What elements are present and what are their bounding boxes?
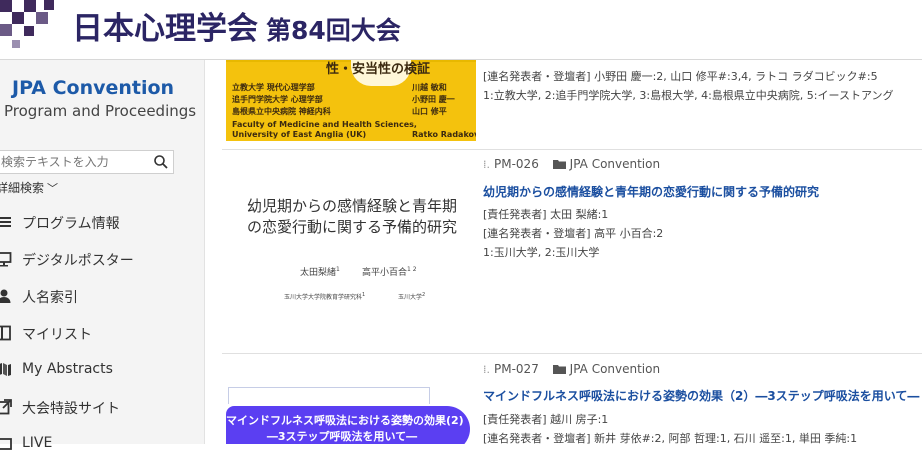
search-box	[0, 150, 174, 174]
co-authors: [連名発表者・登壇者] 小野田 慶一:2, 山口 修平#:3,4, ラトコ ラダ…	[483, 70, 878, 83]
sidebar-item-label: 大会特設サイト	[22, 401, 120, 417]
poster-affiliation: 立教大学 現代心理学部 追手門学院大学 心理学部 島根県立中央病院 神経内科	[232, 83, 331, 116]
conference-title[interactable]: 日本心理学会 第84回大会	[72, 9, 401, 49]
convention-number: 第84回大会	[266, 16, 401, 45]
thumbnail-author-1: 太田梨緒1	[300, 266, 340, 278]
poster-footer: Faculty of Medicine and Health Sciences,…	[232, 120, 417, 139]
sidebar-item-label: LIVE	[22, 435, 53, 451]
category-label[interactable]: JPA Convention	[570, 362, 660, 376]
poster-footer-author: Ratko Radakovic	[412, 130, 476, 139]
search-input[interactable]	[0, 151, 151, 173]
sidebar-item-live[interactable]: LIVE	[0, 426, 204, 462]
sidebar: JPA Convention Program and Proceedings 詳…	[0, 60, 205, 451]
sidebar-item-label: マイリスト	[22, 327, 92, 343]
external-link-icon	[0, 399, 12, 415]
thumbnail-author-2: 高平小百合1 2	[362, 266, 417, 278]
sidebar-item-digital-poster[interactable]: デジタルポスター	[0, 241, 204, 277]
poster-authors: 川越 敏和 小野田 慶一 山口 修平	[412, 83, 455, 116]
presenter: [責任発表者] 太田 梨緒:1	[483, 208, 609, 221]
affiliations: 1:玉川大学, 2:玉川大学	[483, 246, 600, 259]
sidebar-item-label: プログラム情報	[22, 216, 120, 232]
presenter: [責任発表者] 越川 房子:1	[483, 413, 609, 426]
entry-meta: ⁞. PM-026 JPA Convention	[483, 157, 660, 171]
sidebar-item-special-site[interactable]: 大会特設サイト	[0, 389, 204, 425]
bookmark-icon	[0, 325, 12, 341]
poster-thumbnail[interactable]: 幼児期からの感情経験と青年期 の恋愛行動に関する予備的研究 太田梨緒1 高平小百…	[226, 160, 478, 350]
presentation-code: PM-027	[494, 362, 539, 376]
society-name: 日本心理学会	[72, 11, 258, 47]
thumbnail-affil-1: 玉川大学大学院教育学研究科1	[284, 292, 366, 301]
chevron-down-icon: ﹀	[47, 182, 59, 195]
convention-subtitle: Program and Proceedings	[4, 102, 197, 120]
tree-branch-icon: ⁞.	[483, 158, 490, 171]
poster-title-banner: マインドフルネス呼吸法における姿勢の効果(2) ―3ステップ呼吸法を用いて―	[226, 406, 470, 444]
sidebar-item-my-list[interactable]: マイリスト	[0, 315, 204, 351]
program-list: 性・安当性の検証 立教大学 現代心理学部 追手門学院大学 心理学部 島根県立中央…	[205, 60, 922, 444]
poster-thumbnail[interactable]: 性・安当性の検証 立教大学 現代心理学部 追手門学院大学 心理学部 島根県立中央…	[226, 60, 476, 141]
thumbnail-affil-2: 玉川大学2	[398, 292, 426, 301]
poster-heading: 性・安当性の検証	[326, 62, 431, 77]
advanced-search-toggle[interactable]: 詳細検索 ﹀	[0, 179, 58, 196]
book-icon	[0, 362, 12, 378]
category-label[interactable]: JPA Convention	[570, 157, 660, 171]
sidebar-item-label: My Abstracts	[22, 361, 113, 377]
divider	[222, 353, 922, 354]
person-icon	[0, 288, 12, 304]
presentation-title-link[interactable]: 幼児期からの感情経験と青年期の恋愛行動に関する予備的研究	[483, 183, 819, 200]
site-header: 日本心理学会 第84回大会	[0, 0, 922, 60]
presentation-title-link[interactable]: マインドフルネス呼吸法における姿勢の効果（2）―3ステップ呼吸法を用いて―	[483, 387, 919, 404]
sidebar-item-author-index[interactable]: 人名索引	[0, 278, 204, 314]
sidebar-item-label: デジタルポスター	[22, 253, 134, 269]
sidebar-item-program[interactable]: プログラム情報	[0, 204, 204, 240]
sidebar-item-label: 人名索引	[22, 290, 78, 306]
entry-meta: ⁞. PM-027 JPA Convention	[483, 362, 660, 376]
co-authors: [連名発表者・登壇者] 新井 芽依#:2, 阿部 哲理:1, 石川 遥至:1, …	[483, 432, 858, 444]
folder-icon	[552, 160, 566, 169]
affiliations: 1:立教大学, 2:追手門学院大学, 3:島根大学, 4:島根県立中央病院, 5…	[483, 89, 894, 102]
advanced-search-label: 詳細検索	[0, 181, 45, 195]
tree-branch-icon: ⁞.	[483, 363, 490, 376]
co-authors: [連名発表者・登壇者] 高平 小百合:2	[483, 227, 664, 240]
presentation-code: PM-026	[494, 157, 539, 171]
thumbnail-title: 幼児期からの感情経験と青年期 の恋愛行動に関する予備的研究	[246, 197, 457, 236]
list-icon	[0, 214, 12, 230]
convention-title[interactable]: JPA Convention	[12, 77, 174, 99]
search-icon[interactable]	[153, 154, 169, 170]
poster-thumbnail[interactable]: マインドフルネス呼吸法における姿勢の効果(2) ―3ステップ呼吸法を用いて―	[226, 387, 478, 444]
sidebar-item-my-abstracts[interactable]: My Abstracts	[0, 352, 204, 388]
divider	[222, 149, 922, 150]
live-icon	[0, 436, 12, 452]
jpa-logo-mark[interactable]	[0, 0, 70, 59]
monitor-icon	[0, 251, 12, 267]
folder-icon	[552, 365, 566, 374]
